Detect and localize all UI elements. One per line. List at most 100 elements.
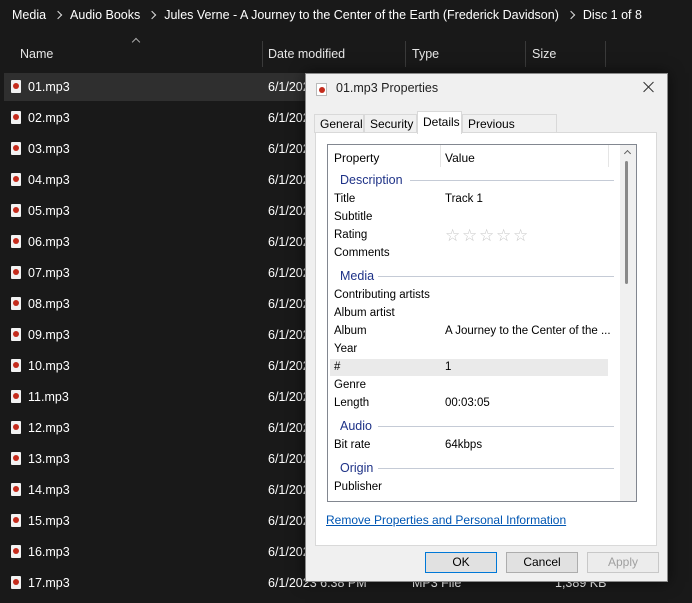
column-divider[interactable] (605, 41, 606, 67)
star-empty-icon[interactable]: ☆ (479, 226, 494, 246)
file-row[interactable]: 14.mp3 6/1/202 (4, 476, 334, 504)
file-name: 14.mp3 (28, 483, 70, 497)
breadcrumb-media[interactable]: Media (12, 8, 46, 22)
file-name: 09.mp3 (28, 328, 70, 342)
star-empty-icon[interactable]: ☆ (496, 226, 511, 246)
file-row[interactable]: 09.mp3 6/1/202 (4, 321, 334, 349)
file-date: 6/1/202 (268, 328, 310, 342)
file-row[interactable]: 04.mp3 6/1/202 (4, 166, 334, 194)
star-empty-icon[interactable]: ☆ (462, 226, 477, 246)
column-header-type[interactable]: Type (412, 41, 439, 67)
column-divider[interactable] (405, 41, 406, 67)
group-origin: Origin (340, 461, 374, 475)
chevron-right-icon (566, 10, 576, 20)
file-row[interactable]: 10.mp3 6/1/202 (4, 352, 334, 380)
file-row[interactable]: 01.mp3 6/1/202 (4, 73, 334, 101)
close-icon[interactable] (641, 79, 657, 95)
scroll-up-icon[interactable] (623, 149, 632, 158)
file-name: 03.mp3 (28, 142, 70, 156)
file-row[interactable]: 02.mp3 6/1/202 (4, 104, 334, 132)
column-header-property[interactable]: Property (334, 151, 379, 165)
breadcrumb: Media Audio Books Jules Verne - A Journe… (0, 0, 692, 30)
rating-stars[interactable]: ☆ ☆ ☆ ☆ ☆ (445, 226, 535, 246)
column-divider[interactable] (262, 41, 263, 67)
file-date: 6/1/202 (268, 173, 310, 187)
file-row[interactable]: 16.mp3 6/1/202 (4, 538, 334, 566)
properties-dialog: 01.mp3 Properties General Security Detai… (305, 73, 668, 582)
mp3-file-icon (11, 483, 21, 496)
property-list[interactable]: Property Value Description Title Track 1… (327, 144, 637, 502)
column-divider[interactable] (525, 41, 526, 67)
tab-security[interactable]: Security (364, 114, 417, 133)
column-header-size[interactable]: Size (532, 41, 556, 67)
cancel-button[interactable]: Cancel (506, 552, 578, 573)
selected-row-highlight (330, 359, 608, 376)
group-divider (410, 180, 614, 181)
breadcrumb-disc[interactable]: Disc 1 of 8 (583, 8, 642, 22)
length-value: 00:03:05 (445, 397, 490, 409)
property-label: Title (334, 193, 356, 205)
vertical-scrollbar[interactable] (620, 145, 636, 501)
mp3-file-icon (11, 452, 21, 465)
ok-button[interactable]: OK (425, 552, 497, 573)
file-name: 12.mp3 (28, 421, 70, 435)
file-row[interactable]: 05.mp3 6/1/202 (4, 197, 334, 225)
apply-button[interactable]: Apply (587, 552, 659, 573)
column-header-date[interactable]: Date modified (268, 41, 345, 67)
star-empty-icon[interactable]: ☆ (445, 226, 460, 246)
property-label: Length (334, 397, 370, 409)
file-date: 6/1/202 (268, 142, 310, 156)
mp3-file-icon (11, 204, 21, 217)
tab-general[interactable]: General (314, 114, 364, 133)
file-row[interactable]: 06.mp3 6/1/202 (4, 228, 334, 256)
file-date: 6/1/202 (268, 545, 310, 559)
sort-ascending-icon (131, 37, 141, 47)
file-row[interactable]: 12.mp3 6/1/202 (4, 414, 334, 442)
mp3-file-icon (11, 297, 21, 310)
file-name: 01.mp3 (28, 80, 70, 94)
file-name: 15.mp3 (28, 514, 70, 528)
breadcrumb-album-folder[interactable]: Jules Verne - A Journey to the Center of… (164, 8, 559, 22)
column-divider[interactable] (608, 145, 609, 167)
file-name: 17.mp3 (28, 576, 70, 590)
group-media: Media (340, 269, 375, 283)
tab-details[interactable]: Details (417, 111, 462, 134)
title-value[interactable]: Track 1 (445, 193, 483, 205)
dialog-title: 01.mp3 Properties (336, 81, 439, 95)
breadcrumb-audio-books[interactable]: Audio Books (70, 8, 140, 22)
tab-previous-versions[interactable]: Previous Versions (462, 114, 557, 150)
file-name: 04.mp3 (28, 173, 70, 187)
file-row[interactable]: 08.mp3 6/1/202 (4, 290, 334, 318)
file-row[interactable]: 07.mp3 6/1/202 (4, 259, 334, 287)
column-header-value[interactable]: Value (445, 151, 475, 165)
file-row[interactable]: 15.mp3 6/1/202 (4, 507, 334, 535)
property-label: # (334, 361, 341, 373)
details-panel: Property Value Description Title Track 1… (315, 132, 657, 546)
file-name: 05.mp3 (28, 204, 70, 218)
file-date: 6/1/202 (268, 266, 310, 280)
mp3-file-icon (11, 111, 21, 124)
column-header-name[interactable]: Name (20, 41, 53, 67)
file-row[interactable]: 03.mp3 6/1/202 (4, 135, 334, 163)
scrollbar-thumb[interactable] (625, 161, 628, 284)
mp3-file-icon (11, 173, 21, 186)
file-row[interactable]: 13.mp3 6/1/202 (4, 445, 334, 473)
chevron-right-icon (147, 10, 157, 20)
property-label: Album (334, 325, 367, 337)
group-audio: Audio (340, 419, 372, 433)
column-divider[interactable] (440, 145, 441, 167)
mp3-file-icon (11, 80, 21, 93)
remove-properties-link[interactable]: Remove Properties and Personal Informati… (326, 513, 566, 527)
mp3-file-icon (11, 266, 21, 279)
track-value[interactable]: 1 (445, 361, 451, 373)
file-name: 06.mp3 (28, 235, 70, 249)
album-value[interactable]: A Journey to the Center of the ... (445, 325, 611, 337)
file-date: 6/1/202 (268, 111, 310, 125)
file-date: 6/1/202 (268, 483, 310, 497)
file-name: 08.mp3 (28, 297, 70, 311)
star-empty-icon[interactable]: ☆ (513, 226, 528, 246)
property-label: Genre (334, 379, 366, 391)
property-label: Comments (334, 247, 390, 259)
file-row[interactable]: 11.mp3 6/1/202 (4, 383, 334, 411)
mp3-file-icon (11, 328, 21, 341)
